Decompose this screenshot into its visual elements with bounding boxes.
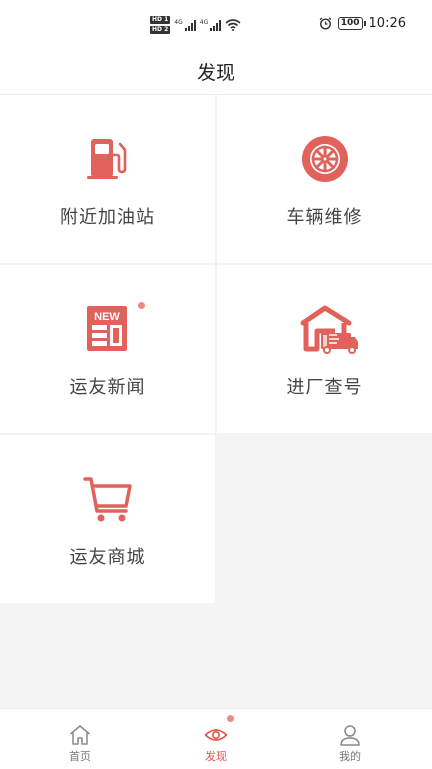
user-icon: [340, 725, 360, 746]
tab-label: 我的: [339, 750, 361, 763]
page-title: 发现: [196, 62, 235, 84]
bottom-tab-bar: 首页 发现 我的: [0, 708, 432, 769]
notification-dot: [137, 302, 145, 309]
warehouse-truck-icon: [300, 305, 358, 354]
grid-item-news[interactable]: NEW 运友新闻: [0, 265, 215, 433]
notification-dot: [227, 715, 234, 722]
wheel-icon: [301, 136, 348, 182]
status-bar: HD 1 HD 2 4G 4G 100 10:26: [0, 0, 432, 48]
gas-station-icon: [86, 139, 126, 179]
svg-text:NEW: NEW: [94, 311, 120, 323]
hd-badge-1: HD 1: [150, 16, 171, 24]
sim-badges: HD 1 HD 2: [150, 16, 171, 34]
grid-item-label: 运友新闻: [69, 377, 146, 398]
battery-icon: 100: [337, 17, 366, 30]
news-icon: NEW: [86, 306, 127, 351]
grid-item-label: 运友商城: [69, 547, 146, 568]
tab-home[interactable]: 首页: [8, 709, 152, 769]
hd-badge-2: HD 2: [150, 26, 171, 34]
eye-icon: [204, 729, 228, 741]
grid-item-mall[interactable]: 运友商城: [0, 435, 215, 603]
grid-item-vehicle-repair[interactable]: 车辆维修: [217, 95, 432, 263]
grid-item-label: 进厂查号: [286, 377, 363, 398]
tab-label: 首页: [69, 750, 91, 763]
tab-label: 发现: [205, 750, 227, 763]
home-icon: [70, 725, 90, 745]
signal-icon-2: 4G: [200, 19, 222, 31]
header: 发现: [0, 48, 432, 95]
signal-icon-1: 4G: [174, 19, 196, 31]
status-bar-right: 100 10:26: [319, 16, 406, 31]
shopping-cart-icon: [82, 477, 132, 522]
grid-item-gas-station[interactable]: 附近加油站: [0, 95, 215, 263]
tab-mine[interactable]: 我的: [278, 709, 422, 769]
grid-item-label: 车辆维修: [286, 207, 363, 228]
wifi-icon: [225, 19, 241, 31]
alarm-icon: [319, 17, 332, 30]
clock: 10:26: [368, 16, 406, 31]
grid-item-label: 附近加油站: [60, 207, 155, 228]
tab-discover[interactable]: 发现: [144, 709, 288, 769]
status-bar-left: HD 1 HD 2 4G 4G: [150, 13, 241, 37]
grid-item-factory-check[interactable]: 进厂查号: [217, 265, 432, 433]
